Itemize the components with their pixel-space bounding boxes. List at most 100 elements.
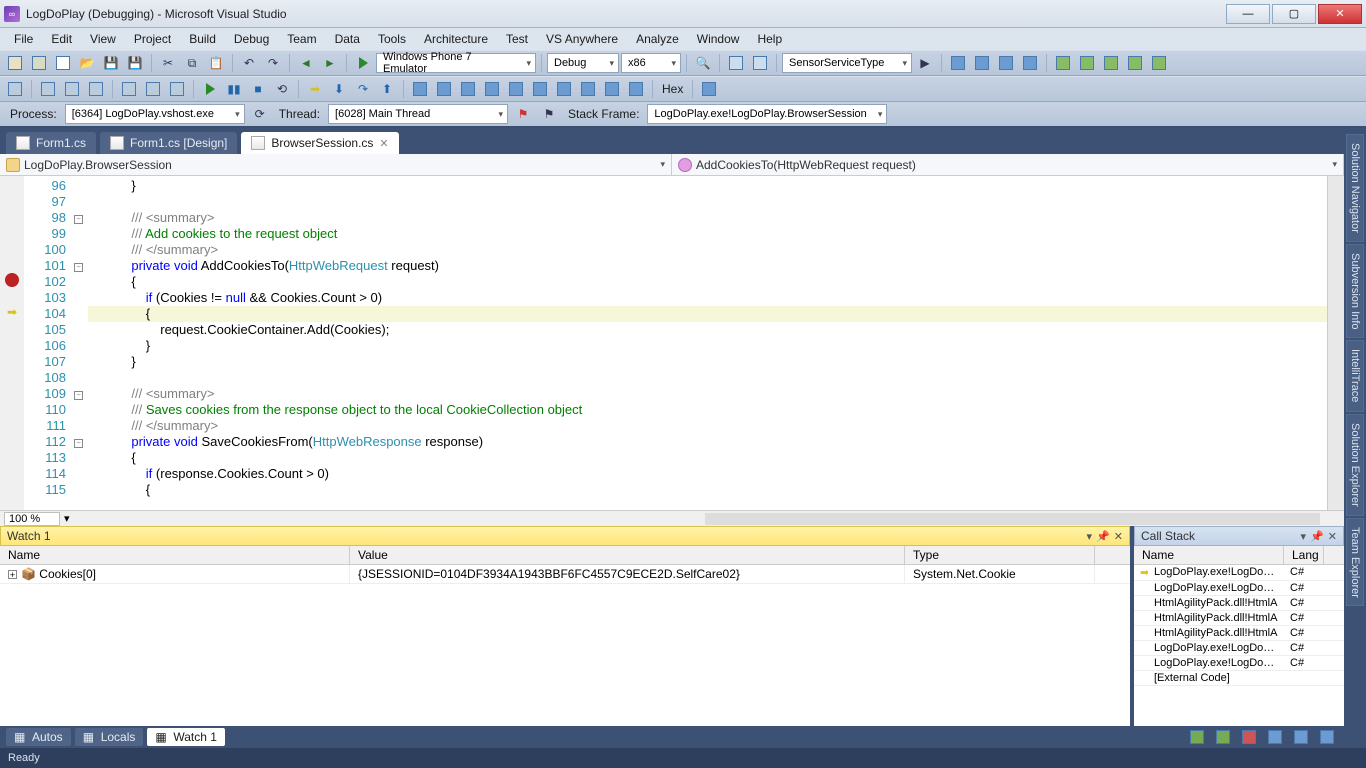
bottom-extra-2[interactable] — [1212, 726, 1234, 748]
undo-button[interactable]: ↶ — [238, 52, 260, 74]
dbg-extra-7[interactable] — [553, 78, 575, 100]
watch-col-value[interactable]: Value — [350, 546, 905, 564]
bottom-extra-6[interactable] — [1316, 726, 1338, 748]
comment-button[interactable] — [725, 52, 747, 74]
extra-btn-1[interactable] — [947, 52, 969, 74]
close-tab-icon[interactable]: ✕ — [379, 137, 388, 150]
menu-data[interactable]: Data — [327, 30, 368, 48]
dbg-extra-9[interactable] — [601, 78, 623, 100]
breakpoint-icon[interactable] — [5, 273, 19, 287]
find-next-button[interactable]: ▶ — [914, 52, 936, 74]
extra-btn-3[interactable] — [995, 52, 1017, 74]
menu-test[interactable]: Test — [498, 30, 536, 48]
close-icon[interactable]: ✕ — [1114, 530, 1123, 543]
menu-edit[interactable]: Edit — [43, 30, 80, 48]
stackframe-combo[interactable]: LogDoPlay.exe!LogDoPlay.BrowserSession — [647, 104, 887, 124]
menu-view[interactable]: View — [82, 30, 124, 48]
bottom-extra-4[interactable] — [1264, 726, 1286, 748]
extra-btn-5[interactable] — [1052, 52, 1074, 74]
extra-btn-2[interactable] — [971, 52, 993, 74]
cut-button[interactable]: ✂ — [157, 52, 179, 74]
right-tab-subversion-info[interactable]: Subversion Info — [1346, 244, 1364, 338]
extra-btn-7[interactable] — [1100, 52, 1122, 74]
dbg-btn-7[interactable] — [166, 78, 188, 100]
menu-vs-anywhere[interactable]: VS Anywhere — [538, 30, 626, 48]
find-button[interactable]: 🔍 — [692, 52, 714, 74]
nav-fwd-button[interactable]: ► — [319, 52, 341, 74]
dbg-windows-button[interactable] — [698, 78, 720, 100]
dbg-btn-6[interactable] — [142, 78, 164, 100]
right-tab-solution-explorer[interactable]: Solution Explorer — [1346, 414, 1364, 516]
save-all-button[interactable]: 💾 — [124, 52, 146, 74]
dbg-btn-2[interactable] — [37, 78, 59, 100]
panel-dropdown-icon[interactable]: ▾ — [1301, 530, 1307, 543]
new-file-button[interactable] — [52, 52, 74, 74]
dbg-extra-5[interactable] — [505, 78, 527, 100]
step-into-button[interactable]: ⬇ — [328, 78, 350, 100]
extra-btn-8[interactable] — [1124, 52, 1146, 74]
save-button[interactable]: 💾 — [100, 52, 122, 74]
process-combo[interactable]: [6364] LogDoPlay.vshost.exe — [65, 104, 245, 124]
callstack-row[interactable]: LogDoPlay.exe!LogDoPlayC# — [1134, 641, 1344, 656]
hex-label[interactable]: Hex — [658, 82, 687, 96]
menu-help[interactable]: Help — [749, 30, 790, 48]
dbg-btn-3[interactable] — [61, 78, 83, 100]
dbg-extra-6[interactable] — [529, 78, 551, 100]
watch-panel-header[interactable]: Watch 1 ▾📌✕ — [0, 526, 1130, 546]
close-button[interactable]: ✕ — [1318, 4, 1362, 24]
panel-dropdown-icon[interactable]: ▾ — [1087, 530, 1093, 543]
watch-col-name[interactable]: Name — [0, 546, 350, 564]
callstack-panel-header[interactable]: Call Stack ▾📌✕ — [1134, 526, 1344, 546]
uncomment-button[interactable] — [749, 52, 771, 74]
right-tab-solution-navigator[interactable]: Solution Navigator — [1346, 134, 1364, 242]
bottom-tab-watch-1[interactable]: ▦Watch 1 — [147, 728, 225, 746]
dbg-btn-1[interactable] — [4, 78, 26, 100]
extra-btn-4[interactable] — [1019, 52, 1041, 74]
config-combo[interactable]: Debug — [547, 53, 619, 73]
dbg-extra-1[interactable] — [409, 78, 431, 100]
process-refresh-button[interactable]: ⟳ — [249, 103, 271, 125]
start-debug-button[interactable] — [352, 52, 374, 74]
nav-back-button[interactable]: ◄ — [295, 52, 317, 74]
platform-combo[interactable]: x86 — [621, 53, 681, 73]
add-item-button[interactable] — [28, 52, 50, 74]
dbg-extra-8[interactable] — [577, 78, 599, 100]
menu-project[interactable]: Project — [126, 30, 179, 48]
code-editor[interactable]: ➡ 96979899100101102103104105106107108109… — [0, 176, 1344, 510]
menu-build[interactable]: Build — [181, 30, 224, 48]
callstack-row[interactable]: LogDoPlay.exe!LogDoPlayC# — [1134, 581, 1344, 596]
dbg-extra-3[interactable] — [457, 78, 479, 100]
doc-tab-browsersession-cs[interactable]: BrowserSession.cs✕ — [241, 132, 398, 154]
step-out-button[interactable]: ⬆ — [376, 78, 398, 100]
menu-architecture[interactable]: Architecture — [416, 30, 496, 48]
vertical-scrollbar[interactable] — [1327, 176, 1344, 510]
dbg-extra-2[interactable] — [433, 78, 455, 100]
watch-row[interactable]: +📦 Cookies[0]{JSESSIONID=0104DF3934A1943… — [0, 565, 1130, 584]
horizontal-scrollbar[interactable] — [705, 513, 1320, 525]
right-tab-intellitrace[interactable]: IntelliTrace — [1346, 340, 1364, 411]
thread-flag-button[interactable]: ⚑ — [512, 103, 534, 125]
bottom-tab-autos[interactable]: ▦Autos — [6, 728, 71, 746]
restart-button[interactable]: ⟲ — [271, 78, 293, 100]
minimize-button[interactable]: — — [1226, 4, 1270, 24]
target-device-combo[interactable]: Windows Phone 7 Emulator — [376, 53, 536, 73]
dbg-btn-5[interactable] — [118, 78, 140, 100]
callstack-row[interactable]: HtmlAgilityPack.dll!HtmlAC# — [1134, 626, 1344, 641]
paste-button[interactable]: 📋 — [205, 52, 227, 74]
find-text-combo[interactable]: SensorServiceType — [782, 53, 912, 73]
nav-class-combo[interactable]: LogDoPlay.BrowserSession — [0, 154, 672, 175]
callstack-row[interactable]: ➡LogDoPlay.exe!LogDoPlayC# — [1134, 565, 1344, 581]
callstack-col-lang[interactable]: Lang — [1284, 546, 1324, 564]
dbg-btn-4[interactable] — [85, 78, 107, 100]
new-project-button[interactable] — [4, 52, 26, 74]
thread-combo[interactable]: [6028] Main Thread — [328, 104, 508, 124]
menu-window[interactable]: Window — [689, 30, 748, 48]
dbg-extra-4[interactable] — [481, 78, 503, 100]
dbg-extra-10[interactable] — [625, 78, 647, 100]
callstack-row[interactable]: HtmlAgilityPack.dll!HtmlAC# — [1134, 611, 1344, 626]
step-over-button[interactable]: ↷ — [352, 78, 374, 100]
open-button[interactable]: 📂 — [76, 52, 98, 74]
copy-button[interactable]: ⧉ — [181, 52, 203, 74]
extra-btn-6[interactable] — [1076, 52, 1098, 74]
stop-button[interactable]: ■ — [247, 78, 269, 100]
